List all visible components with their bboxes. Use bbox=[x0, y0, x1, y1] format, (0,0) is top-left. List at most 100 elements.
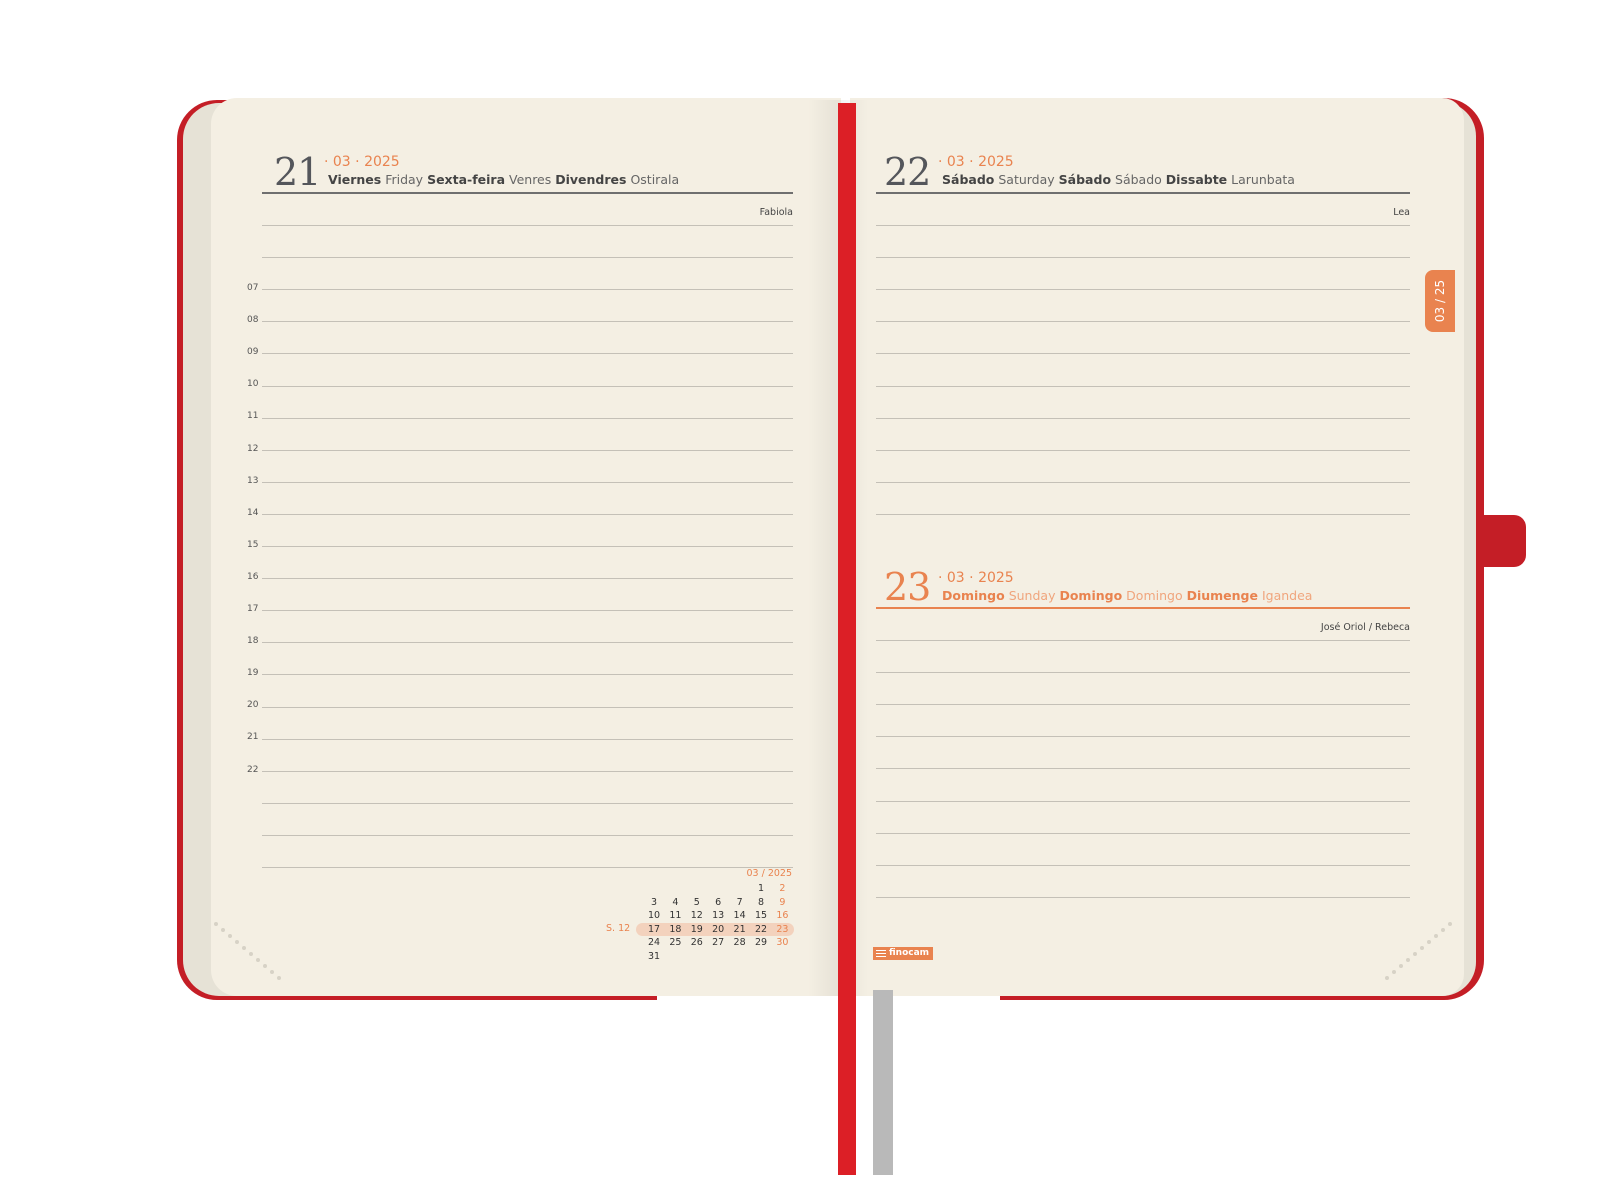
week-label: S. 12 bbox=[606, 923, 631, 934]
hour-label: 07 bbox=[247, 283, 259, 293]
date-22: · 03 · 2025 bbox=[938, 154, 1014, 170]
writing-line bbox=[876, 736, 1410, 737]
writing-line bbox=[262, 418, 793, 419]
month-tab[interactable]: 03 / 25 bbox=[1425, 270, 1455, 332]
day-name: Dissabte bbox=[1165, 172, 1228, 187]
day-name: Ostirala bbox=[630, 172, 680, 187]
writing-line bbox=[876, 225, 1410, 226]
perforation-dot bbox=[1420, 946, 1424, 950]
writing-line bbox=[262, 771, 793, 772]
perforation-dot bbox=[242, 946, 246, 950]
writing-line bbox=[262, 674, 793, 675]
calendar-day: 3 bbox=[650, 896, 658, 908]
writing-line bbox=[262, 514, 793, 515]
calendar-day: 25 bbox=[669, 937, 682, 948]
calendar-day: 22 bbox=[754, 923, 768, 935]
hour-label: 11 bbox=[247, 411, 259, 421]
day-names-23: Domingo Sunday Domingo Domingo Diumenge … bbox=[942, 588, 1312, 603]
hour-label: 15 bbox=[247, 540, 259, 550]
perforation-dot bbox=[1392, 970, 1396, 974]
calendar-day: 30 bbox=[776, 937, 789, 948]
calendar-day: 29 bbox=[754, 937, 768, 948]
hour-label: 14 bbox=[247, 508, 259, 518]
writing-line bbox=[262, 803, 793, 804]
calendar-day: 14 bbox=[733, 910, 746, 921]
writing-line bbox=[876, 353, 1410, 354]
calendar-day: 20 bbox=[712, 923, 725, 935]
calendar-day: 21 bbox=[733, 923, 746, 935]
perforation-dot bbox=[263, 964, 267, 968]
calendar-day: 8 bbox=[757, 896, 765, 908]
day-number-23: 23 bbox=[884, 565, 931, 609]
calendar-day: 19 bbox=[690, 923, 703, 935]
hour-label: 17 bbox=[247, 604, 259, 614]
calendar-day: 26 bbox=[690, 937, 703, 948]
writing-line bbox=[876, 289, 1410, 290]
day-number-left: 21 bbox=[274, 150, 321, 194]
day-name: Viernes bbox=[328, 172, 382, 187]
day-name: Divendres bbox=[555, 172, 627, 187]
month-tab-label: 03 / 25 bbox=[1433, 279, 1447, 323]
perforation-dot bbox=[270, 970, 274, 974]
calendar-day: 5 bbox=[693, 896, 700, 908]
perforation-dot bbox=[221, 928, 225, 932]
calendar-day: 17 bbox=[647, 923, 661, 935]
writing-line bbox=[262, 257, 793, 258]
writing-line bbox=[876, 514, 1410, 515]
mini-calendar-title: 03 / 2025 bbox=[746, 868, 792, 879]
writing-line bbox=[876, 257, 1410, 258]
calendar-day: 24 bbox=[647, 937, 661, 948]
writing-line bbox=[876, 897, 1410, 898]
perforation-dot bbox=[1385, 976, 1389, 980]
writing-line bbox=[262, 739, 793, 740]
day-name: Diumenge bbox=[1186, 588, 1258, 603]
saint-23: José Oriol / Rebeca bbox=[1320, 622, 1410, 633]
writing-line bbox=[262, 321, 793, 322]
writing-line bbox=[262, 289, 793, 290]
ribbon-bookmark-grey[interactable] bbox=[873, 990, 893, 1175]
day-name: Sábado bbox=[942, 172, 995, 187]
calendar-day: 7 bbox=[736, 896, 743, 908]
writing-line bbox=[262, 610, 793, 611]
writing-line bbox=[876, 321, 1410, 322]
day-name: Domingo bbox=[942, 588, 1005, 603]
header-rule-left bbox=[262, 192, 793, 194]
day-names-left: Viernes Friday Sexta-feira Venres Divend… bbox=[328, 172, 679, 187]
ribbon-bookmark-red[interactable] bbox=[838, 103, 856, 1175]
day-name: Igandea bbox=[1261, 588, 1313, 603]
perforation-dot bbox=[1406, 958, 1410, 962]
day-name: Domingo bbox=[1126, 588, 1183, 603]
day-name: Sunday bbox=[1008, 588, 1056, 603]
perforation-dot bbox=[249, 952, 253, 956]
saint-left: Fabiola bbox=[759, 207, 793, 218]
writing-line bbox=[876, 768, 1410, 769]
writing-line bbox=[262, 353, 793, 354]
mini-calendar: 03 / 2025 S. 12 1 2 3 4 5 6 7 8 9 10 11 12 13 14 15 16 1… bbox=[600, 868, 794, 968]
perforation-dot bbox=[1399, 964, 1403, 968]
day-name: Sábado bbox=[1058, 172, 1112, 187]
hour-label: 21 bbox=[247, 732, 259, 742]
date-23: · 03 · 2025 bbox=[938, 570, 1014, 586]
perforation-dot bbox=[256, 958, 260, 962]
hour-label: 16 bbox=[247, 572, 259, 582]
calendar-day: 23 bbox=[776, 923, 789, 935]
header-rule-22 bbox=[876, 192, 1410, 194]
logo-icon bbox=[876, 950, 886, 957]
hour-label: 10 bbox=[247, 379, 259, 389]
calendar-day: 12 bbox=[690, 910, 703, 921]
hour-label: 19 bbox=[247, 668, 259, 678]
day-name: Saturday bbox=[998, 172, 1055, 187]
writing-line bbox=[876, 865, 1410, 866]
writing-line bbox=[876, 801, 1410, 802]
day-name: Larunbata bbox=[1231, 172, 1295, 187]
hour-label: 09 bbox=[247, 347, 259, 357]
writing-line bbox=[876, 704, 1410, 705]
hour-label: 12 bbox=[247, 444, 259, 454]
writing-line bbox=[262, 482, 793, 483]
calendar-day: 4 bbox=[672, 896, 679, 908]
perforation-dot bbox=[1448, 922, 1452, 926]
writing-line bbox=[876, 640, 1410, 641]
writing-line bbox=[262, 546, 793, 547]
header-rule-23 bbox=[876, 607, 1410, 609]
writing-line bbox=[876, 418, 1410, 419]
